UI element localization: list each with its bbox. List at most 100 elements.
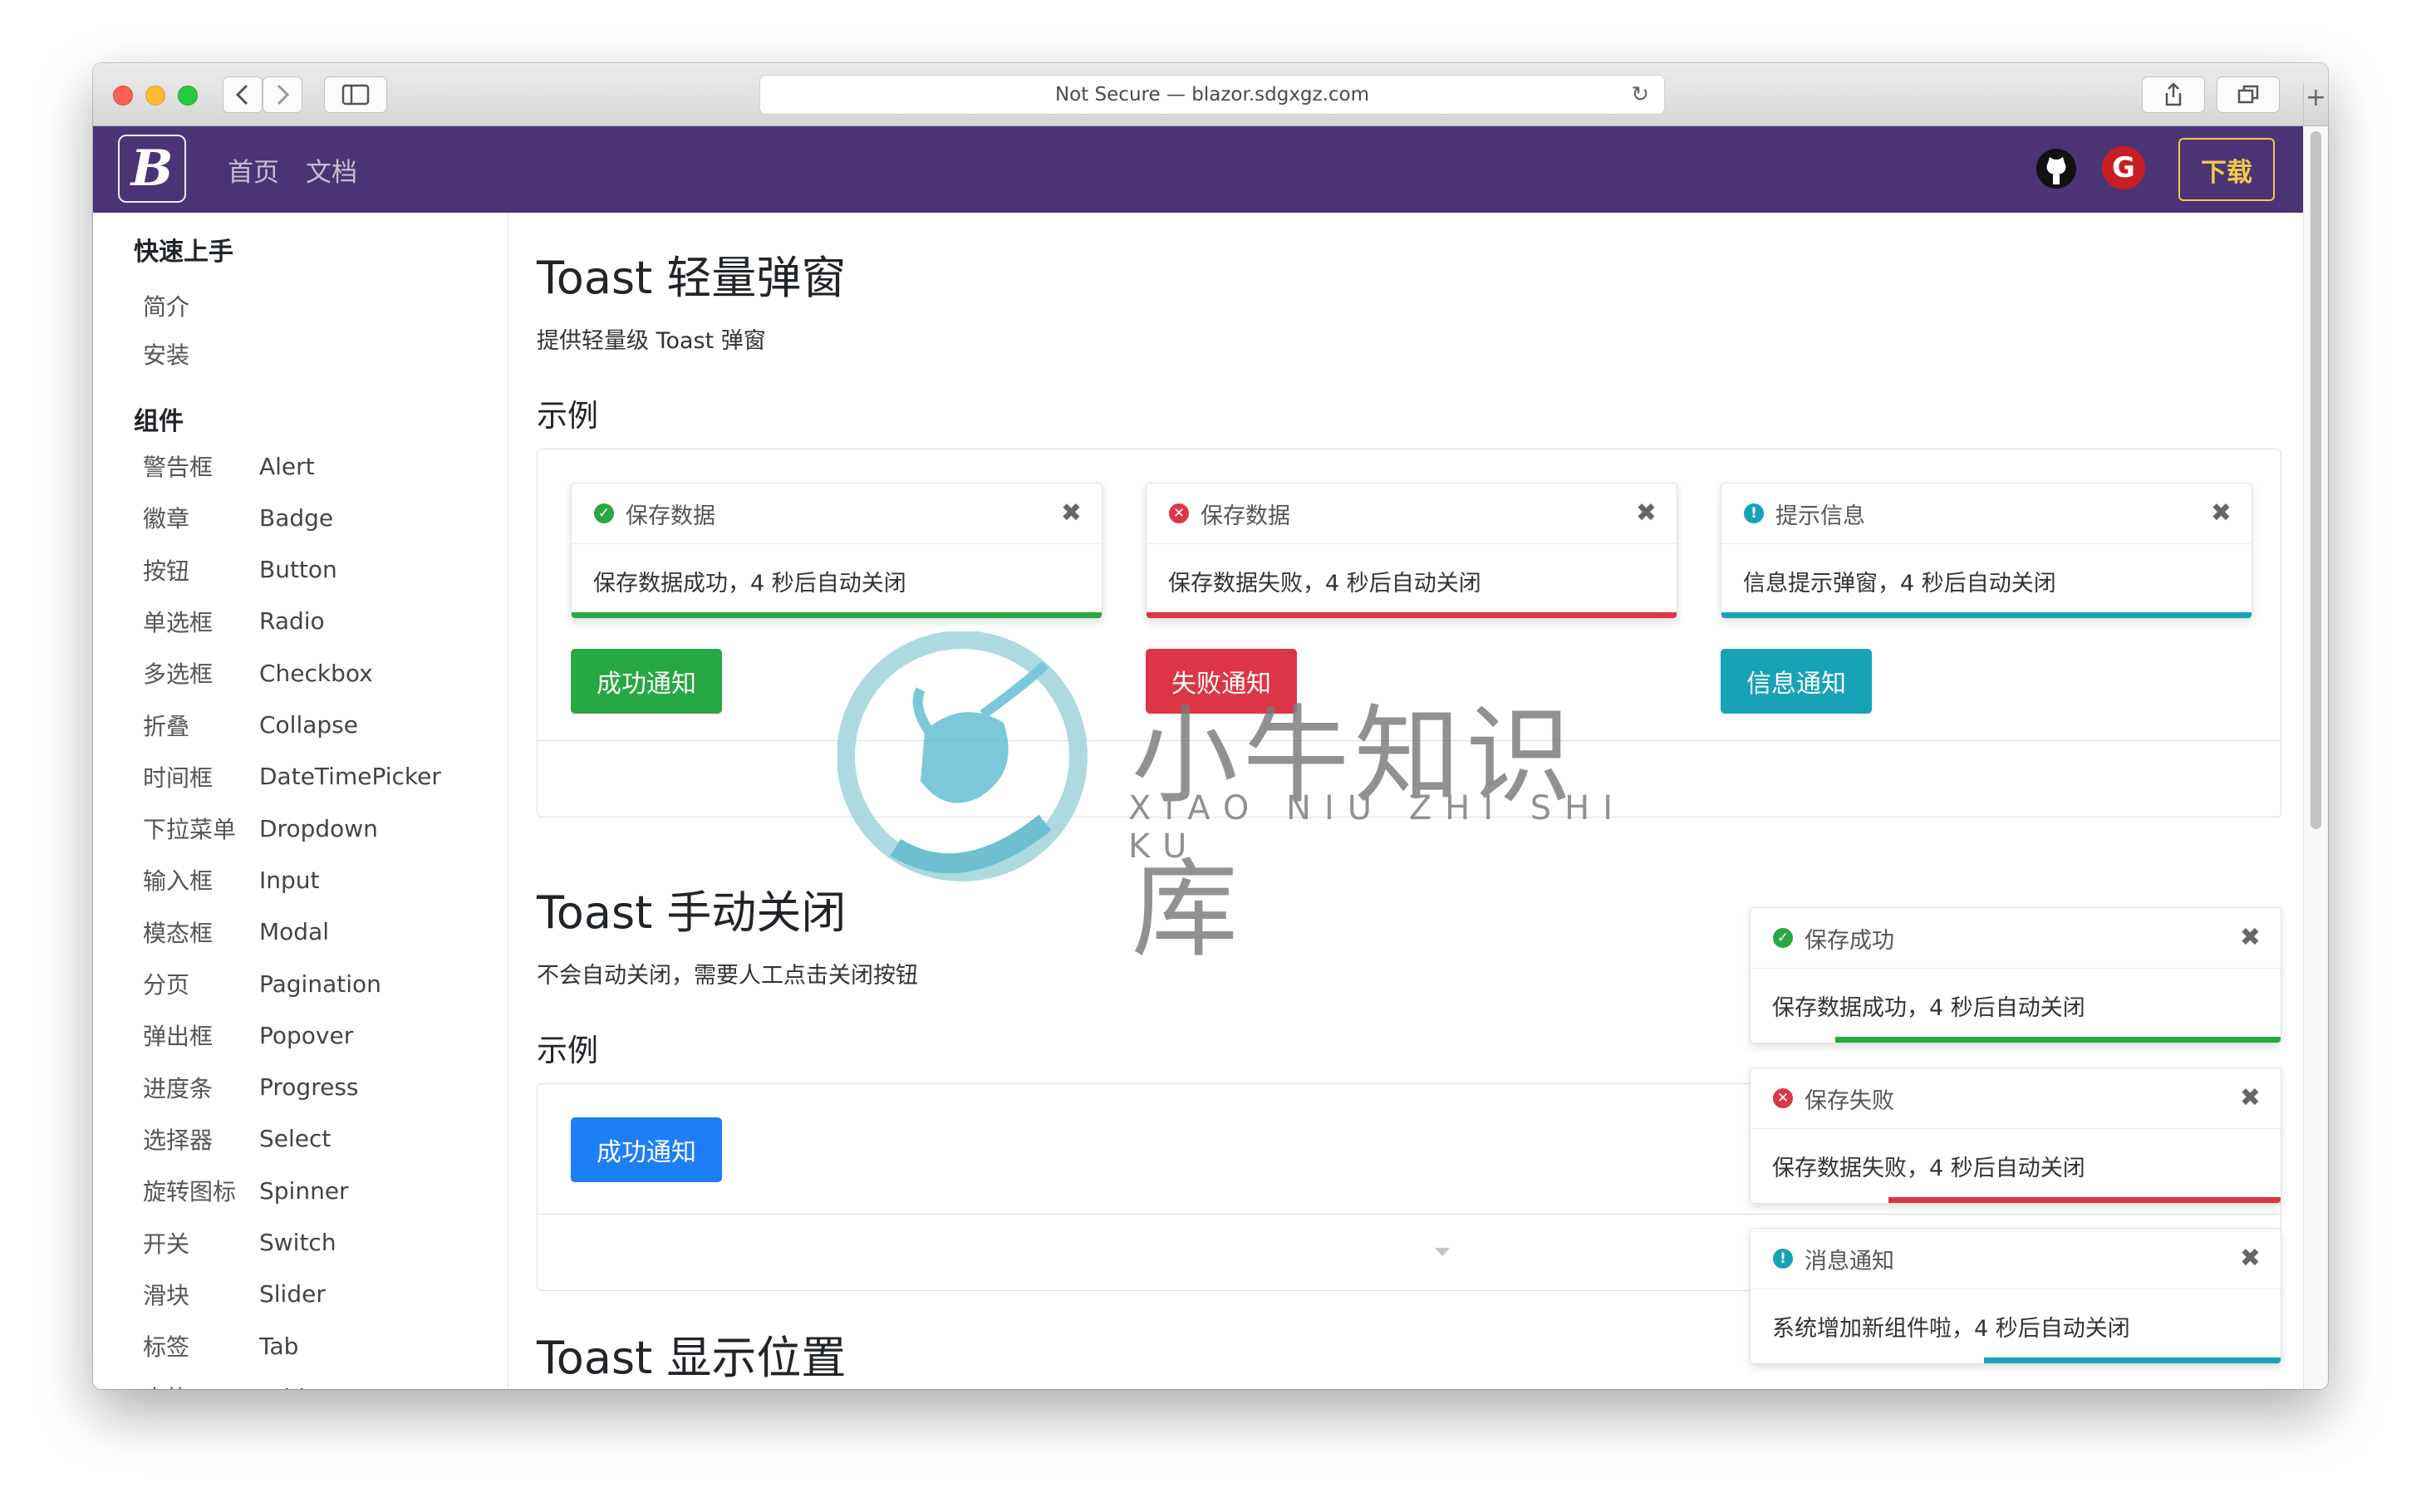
check-circle-icon: ✓ bbox=[1773, 928, 1793, 948]
download-button[interactable]: 下载 bbox=[2178, 138, 2275, 201]
caret-down-icon[interactable] bbox=[1435, 1248, 1450, 1256]
sidebar-item-collapse[interactable]: 折叠 Collapse bbox=[143, 704, 492, 746]
error-notify-button[interactable]: 失败通知 bbox=[1146, 649, 1297, 714]
close-icon[interactable]: ✖ bbox=[1061, 498, 1082, 528]
sidebar-item-datetimepicker[interactable]: 时间框 DateTimePicker bbox=[143, 756, 492, 798]
sidebar-item-popover[interactable]: 弹出框 Popover bbox=[143, 1014, 492, 1056]
code-toggle-bar[interactable] bbox=[538, 740, 2281, 817]
sidebar-item-label-zh: 分页 bbox=[143, 971, 190, 999]
floating-toast: ✓ 保存成功 ✖ 保存数据成功，4 秒后自动关闭 bbox=[1750, 907, 2281, 1043]
toast-progress-bar bbox=[1983, 1357, 2281, 1363]
sidebar-item-label-zh: 进度条 bbox=[143, 1074, 214, 1102]
sidebar-item-label-en: Alert bbox=[259, 452, 315, 480]
sidebar-item-install[interactable]: 安装 bbox=[143, 337, 189, 371]
sidebar-item-intro[interactable]: 简介 bbox=[143, 289, 189, 322]
success-notify-button-2[interactable]: 成功通知 bbox=[571, 1117, 722, 1182]
new-tab-button[interactable]: + bbox=[2303, 83, 2328, 126]
floating-toast: ! 消息通知 ✖ 系统增加新组件啦，4 秒后自动关闭 bbox=[1750, 1228, 2281, 1364]
toast-message: 保存数据失败，4 秒后自动关闭 bbox=[1168, 571, 1481, 596]
sidebar-item-checkbox[interactable]: 多选框 Checkbox bbox=[143, 652, 492, 694]
close-icon[interactable]: ✖ bbox=[1636, 498, 1657, 528]
minimize-window-button[interactable] bbox=[145, 86, 165, 106]
address-bar[interactable]: Not Secure — blazor.sdgxgz.com ↻ bbox=[759, 75, 1665, 115]
toast-title: 保存成功 bbox=[1805, 927, 1894, 954]
sidebar-item-label-en: Tab bbox=[259, 1332, 299, 1360]
close-window-button[interactable] bbox=[113, 86, 133, 106]
success-notify-button[interactable]: 成功通知 bbox=[571, 649, 722, 714]
gitee-icon[interactable]: G bbox=[2102, 146, 2145, 189]
sidebar-item-label-en: Collapse bbox=[259, 711, 358, 739]
sidebar-item-label-en: Popover bbox=[259, 1021, 354, 1049]
github-icon[interactable] bbox=[2036, 148, 2077, 189]
toast-message: 保存数据失败，4 秒后自动关闭 bbox=[1772, 1156, 2085, 1181]
toast-message: 保存数据成功，4 秒后自动关闭 bbox=[1772, 995, 2085, 1021]
sidebar-item-label-en: Pagination bbox=[259, 970, 381, 998]
check-circle-icon: ✓ bbox=[594, 503, 614, 523]
close-icon[interactable]: ✖ bbox=[2211, 498, 2232, 528]
sidebar-item-dropdown[interactable]: 下拉菜单 Dropdown bbox=[143, 808, 492, 849]
vertical-scrollbar[interactable] bbox=[2303, 126, 2328, 1389]
floating-toast: ✕ 保存失败 ✖ 保存数据失败，4 秒后自动关闭 bbox=[1750, 1068, 2281, 1204]
toast-header: ✓ 保存数据 ✖ bbox=[572, 484, 1102, 544]
sidebar-toggle-button[interactable] bbox=[324, 76, 387, 113]
section-description-manual-close: 不会自动关闭，需要人工点击关闭按钮 bbox=[537, 963, 918, 989]
close-icon[interactable]: ✖ bbox=[2240, 1083, 2261, 1112]
sidebar-item-pagination[interactable]: 分页 Pagination bbox=[143, 963, 492, 1004]
example-heading-2: 示例 bbox=[537, 1033, 598, 1068]
sidebar-item-slider[interactable]: 滑块 Slider bbox=[143, 1274, 492, 1315]
toast-progress-bar bbox=[1835, 1037, 2281, 1043]
close-icon[interactable]: ✖ bbox=[2240, 923, 2261, 952]
sidebar-item-label-zh: 选择器 bbox=[143, 1126, 214, 1154]
sidebar-item-tab[interactable]: 标签 Tab bbox=[143, 1325, 492, 1367]
toast-header: ✓ 保存成功 ✖ bbox=[1751, 908, 2281, 969]
toast-title: 提示信息 bbox=[1775, 503, 1865, 529]
section-title-position: Toast 显示位置 bbox=[537, 1332, 847, 1384]
toast-progress-bar bbox=[1888, 1197, 2281, 1203]
reload-icon[interactable]: ↻ bbox=[1631, 82, 1649, 107]
sidebar-item-label-zh: 按钮 bbox=[143, 557, 190, 585]
sidebar-item-label-en: DateTimePicker bbox=[259, 763, 441, 791]
forward-button[interactable] bbox=[263, 76, 302, 113]
back-button[interactable] bbox=[223, 76, 263, 113]
sidebar-item-label-en: Table bbox=[259, 1384, 319, 1389]
share-button[interactable] bbox=[2142, 76, 2205, 113]
zoom-window-button[interactable] bbox=[178, 86, 198, 106]
sidebar-item-label-en: Progress bbox=[259, 1073, 359, 1102]
sidebar-item-label-zh: 输入框 bbox=[143, 867, 214, 896]
sidebar-item-alert[interactable]: 警告框 Alert bbox=[143, 445, 492, 487]
sidebar-item-label-zh: 时间框 bbox=[143, 763, 214, 792]
sidebar-item-label-en: Input bbox=[259, 866, 320, 894]
info-notify-button[interactable]: 信息通知 bbox=[1721, 649, 1872, 714]
scrollbar-thumb[interactable] bbox=[2311, 131, 2321, 829]
x-circle-icon: ✕ bbox=[1773, 1088, 1793, 1108]
sidebar-item-switch[interactable]: 开关 Switch bbox=[143, 1222, 492, 1264]
toast-header: ✕ 保存失败 ✖ bbox=[1751, 1068, 2281, 1129]
nav-link-docs[interactable]: 文档 bbox=[306, 151, 357, 189]
sidebar-item-button[interactable]: 按钮 Button bbox=[143, 549, 492, 591]
sidebar-item-label-en: Switch bbox=[259, 1229, 336, 1256]
sidebar-item-radio[interactable]: 单选框 Radio bbox=[143, 601, 492, 642]
nav-link-home[interactable]: 首页 bbox=[228, 151, 279, 189]
browser-titlebar: Not Secure — blazor.sdgxgz.com ↻ + bbox=[93, 63, 2328, 126]
sidebar-item-label-en: Checkbox bbox=[259, 659, 373, 687]
sidebar-item-label-zh: 旋转图标 bbox=[143, 1178, 237, 1206]
sidebar-item-label-en: Dropdown bbox=[259, 814, 378, 842]
sidebar-item-select[interactable]: 选择器 Select bbox=[143, 1118, 492, 1160]
sidebar-item-label-en: Slider bbox=[259, 1280, 326, 1308]
sidebar-item-label-zh: 多选框 bbox=[143, 660, 214, 689]
close-icon[interactable]: ✖ bbox=[2240, 1244, 2261, 1273]
sidebar-item-label-zh: 单选框 bbox=[143, 608, 214, 636]
toast-header: ! 消息通知 ✖ bbox=[1751, 1229, 2281, 1289]
sidebar-section-quickstart: 快速上手 bbox=[134, 238, 233, 267]
example-box-1: ✓ 保存数据 ✖ 保存数据成功，4 秒后自动关闭 ✕ 保存数据 ✖ 保存数据失败，4 秒后自动… bbox=[537, 449, 2281, 817]
sidebar-item-spinner[interactable]: 旋转图标 Spinner bbox=[143, 1170, 492, 1211]
sidebar-item-input[interactable]: 输入框 Input bbox=[143, 859, 492, 901]
site-logo[interactable]: B bbox=[118, 135, 186, 203]
sidebar-item-table[interactable]: 表格Table bbox=[143, 1377, 492, 1389]
sidebar-item-label-en: Select bbox=[259, 1125, 331, 1153]
toast-message: 系统增加新组件啦，4 秒后自动关闭 bbox=[1772, 1316, 2130, 1342]
sidebar-item-progress[interactable]: 进度条 Progress bbox=[143, 1067, 492, 1108]
sidebar-item-badge[interactable]: 徽章 Badge bbox=[143, 497, 492, 538]
tabs-overview-button[interactable] bbox=[2217, 76, 2280, 113]
sidebar-item-modal[interactable]: 模态框 Modal bbox=[143, 911, 492, 953]
